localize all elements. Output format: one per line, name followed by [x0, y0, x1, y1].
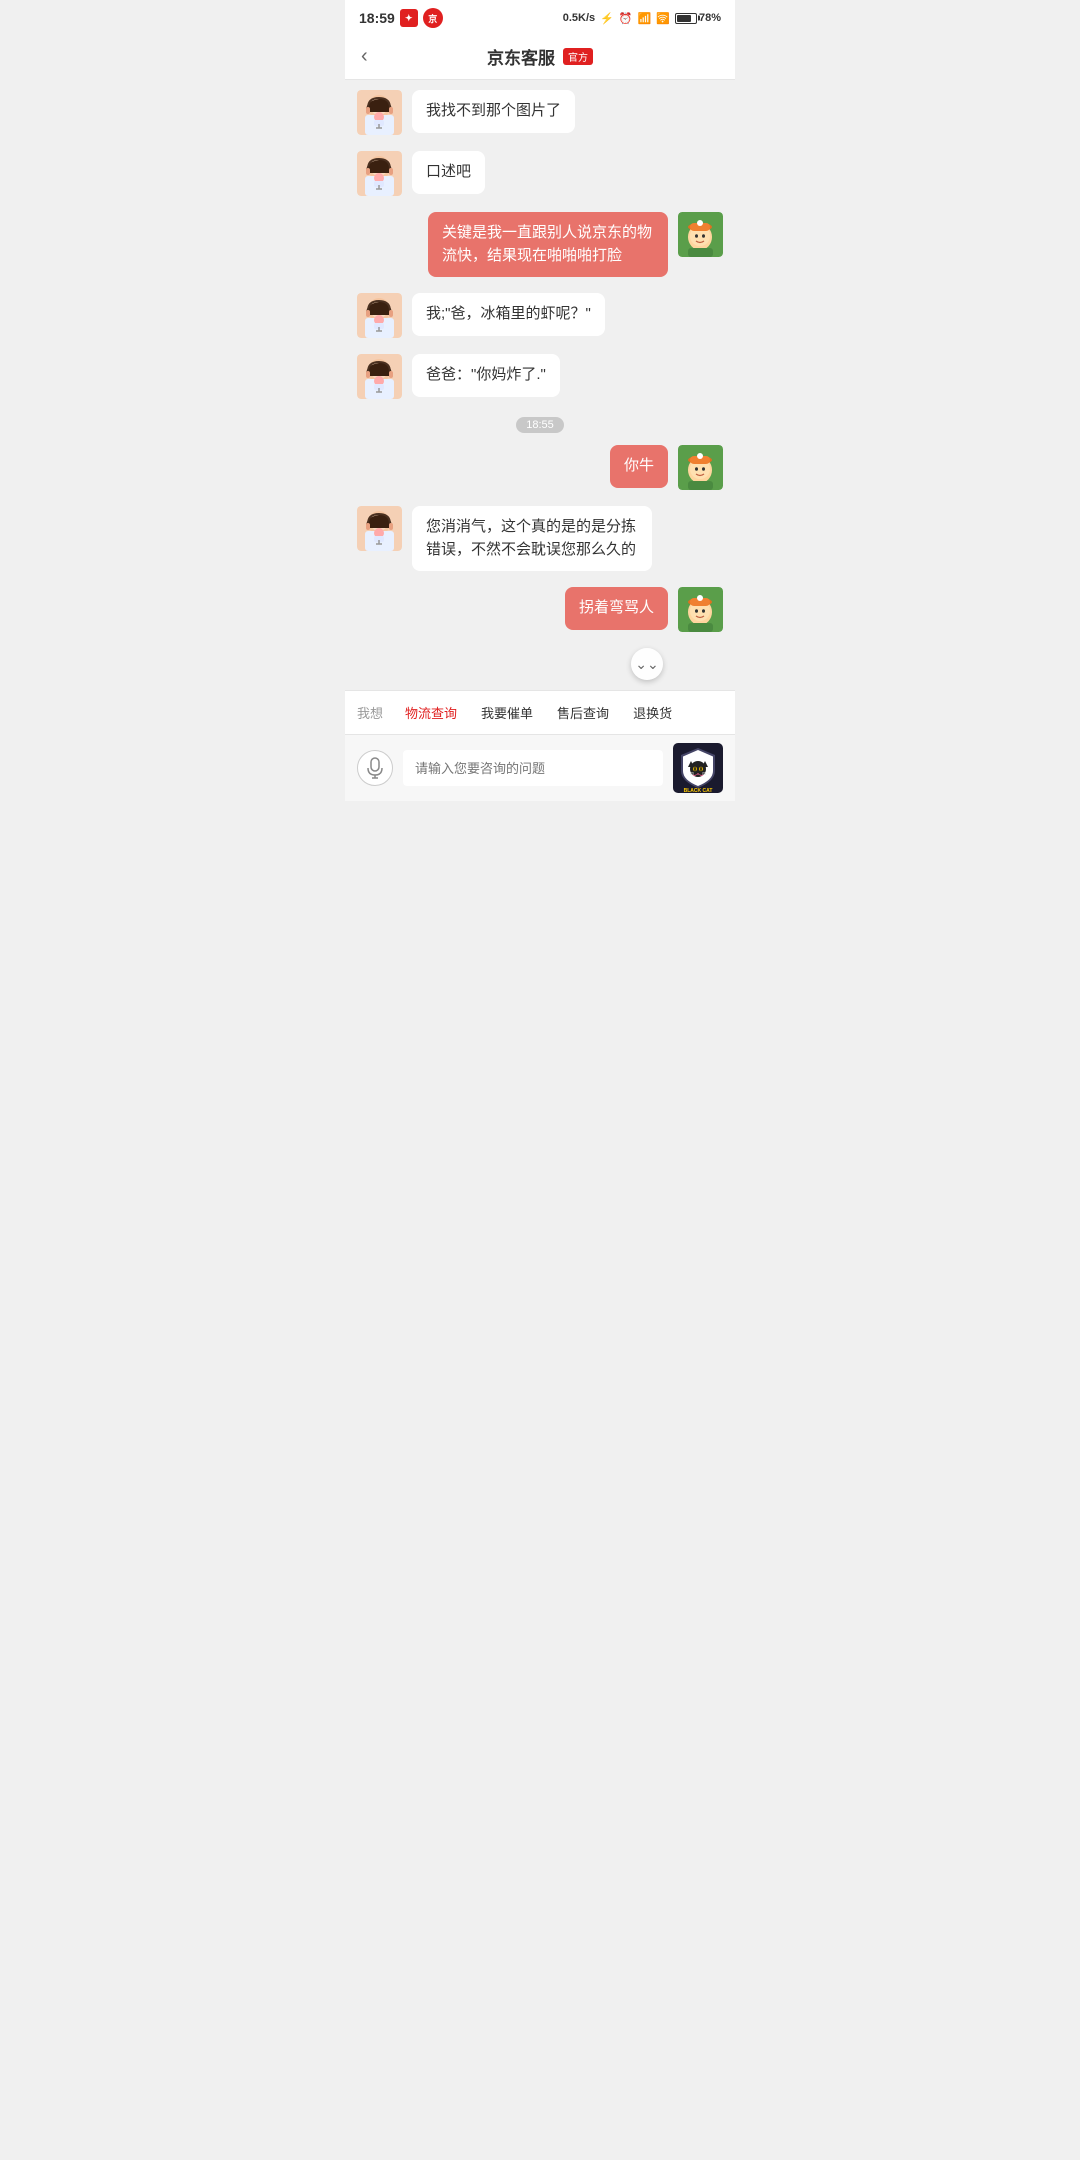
- nav-title: 京东客服 官方: [487, 44, 593, 69]
- battery-percent: 78%: [699, 12, 721, 24]
- message-row: 我找不到那个图片了: [357, 90, 723, 135]
- jd-icon: 京: [423, 8, 443, 28]
- message-bubble: 你牛: [610, 445, 668, 488]
- timestamp: 18:55: [357, 415, 723, 431]
- status-time: 18:59: [359, 10, 395, 26]
- message-row: 关键是我一直跟别人说京东的物流快，结果现在啪啪啪打脸: [357, 212, 723, 277]
- message-bubble: 我;"爸，冰箱里的虾呢？": [412, 293, 605, 336]
- official-badge: 官方: [563, 48, 593, 65]
- app-icon-1: ✦: [400, 9, 418, 27]
- message-row: 拐着弯骂人: [357, 587, 723, 632]
- page-title: 京东客服: [487, 44, 555, 69]
- battery-body: [675, 13, 697, 24]
- network-speed: 0.5K/s: [563, 12, 595, 24]
- status-left: 18:59 ✦ 京: [359, 8, 443, 28]
- message-bubble: 关键是我一直跟别人说京东的物流快，结果现在啪啪啪打脸: [428, 212, 668, 277]
- nav-bar: ‹ 京东客服 官方: [345, 34, 735, 80]
- scroll-down-button[interactable]: ⌄⌄: [631, 648, 663, 680]
- message-row: 口述吧: [357, 151, 723, 196]
- alarm-icon: ⏰: [619, 12, 633, 25]
- message-bubble: 口述吧: [412, 151, 485, 194]
- svg-text:BLACK CAT: BLACK CAT: [684, 788, 713, 793]
- quick-reply-item-aftersale[interactable]: 售后查询: [545, 699, 621, 726]
- quick-reply-item-urge[interactable]: 我要催单: [469, 699, 545, 726]
- status-right: 0.5K/s ⚡ ⏰ 📶 🛜 78%: [563, 12, 721, 25]
- input-bar: BLACK CAT: [345, 734, 735, 801]
- battery-fill: [677, 15, 691, 22]
- user-avatar: [678, 212, 723, 257]
- agent-avatar: [357, 90, 402, 135]
- quick-reply-item-logistics[interactable]: 物流查询: [393, 699, 469, 726]
- agent-avatar: [357, 293, 402, 338]
- message-row: 我;"爸，冰箱里的虾呢？": [357, 293, 723, 338]
- agent-avatar: [357, 151, 402, 196]
- quick-reply-item-return[interactable]: 退换货: [621, 699, 684, 726]
- user-avatar: [678, 445, 723, 490]
- chat-area: 我找不到那个图片了 口述吧: [345, 80, 735, 690]
- message-row: 你牛: [357, 445, 723, 490]
- back-button[interactable]: ‹: [361, 45, 368, 68]
- status-bar: 18:59 ✦ 京 0.5K/s ⚡ ⏰ 📶 🛜 78%: [345, 0, 735, 34]
- agent-avatar: [357, 354, 402, 399]
- message-bubble: 我找不到那个图片了: [412, 90, 575, 133]
- blackcat-logo: BLACK CAT: [673, 743, 723, 793]
- message-row: 爸爸："你妈炸了.": [357, 354, 723, 399]
- wifi-icon: 🛜: [656, 12, 670, 25]
- mic-button[interactable]: [357, 750, 393, 786]
- user-avatar: [678, 587, 723, 632]
- agent-avatar: [357, 506, 402, 551]
- signal-icon: 📶: [638, 12, 652, 25]
- message-bubble: 拐着弯骂人: [565, 587, 668, 630]
- quick-reply-label: 我想: [357, 703, 383, 722]
- message-bubble: 爸爸："你妈炸了.": [412, 354, 560, 397]
- quick-replies-bar: 我想 物流查询 我要催单 售后查询 退换货: [345, 690, 735, 734]
- message-row: 您消消气，这个真的是的是分拣错误，不然不会耽误您那么久的: [357, 506, 723, 571]
- message-bubble: 您消消气，这个真的是的是分拣错误，不然不会耽误您那么久的: [412, 506, 652, 571]
- bluetooth-icon: ⚡: [600, 12, 614, 25]
- battery: 78%: [675, 12, 721, 24]
- chat-input[interactable]: [403, 750, 663, 786]
